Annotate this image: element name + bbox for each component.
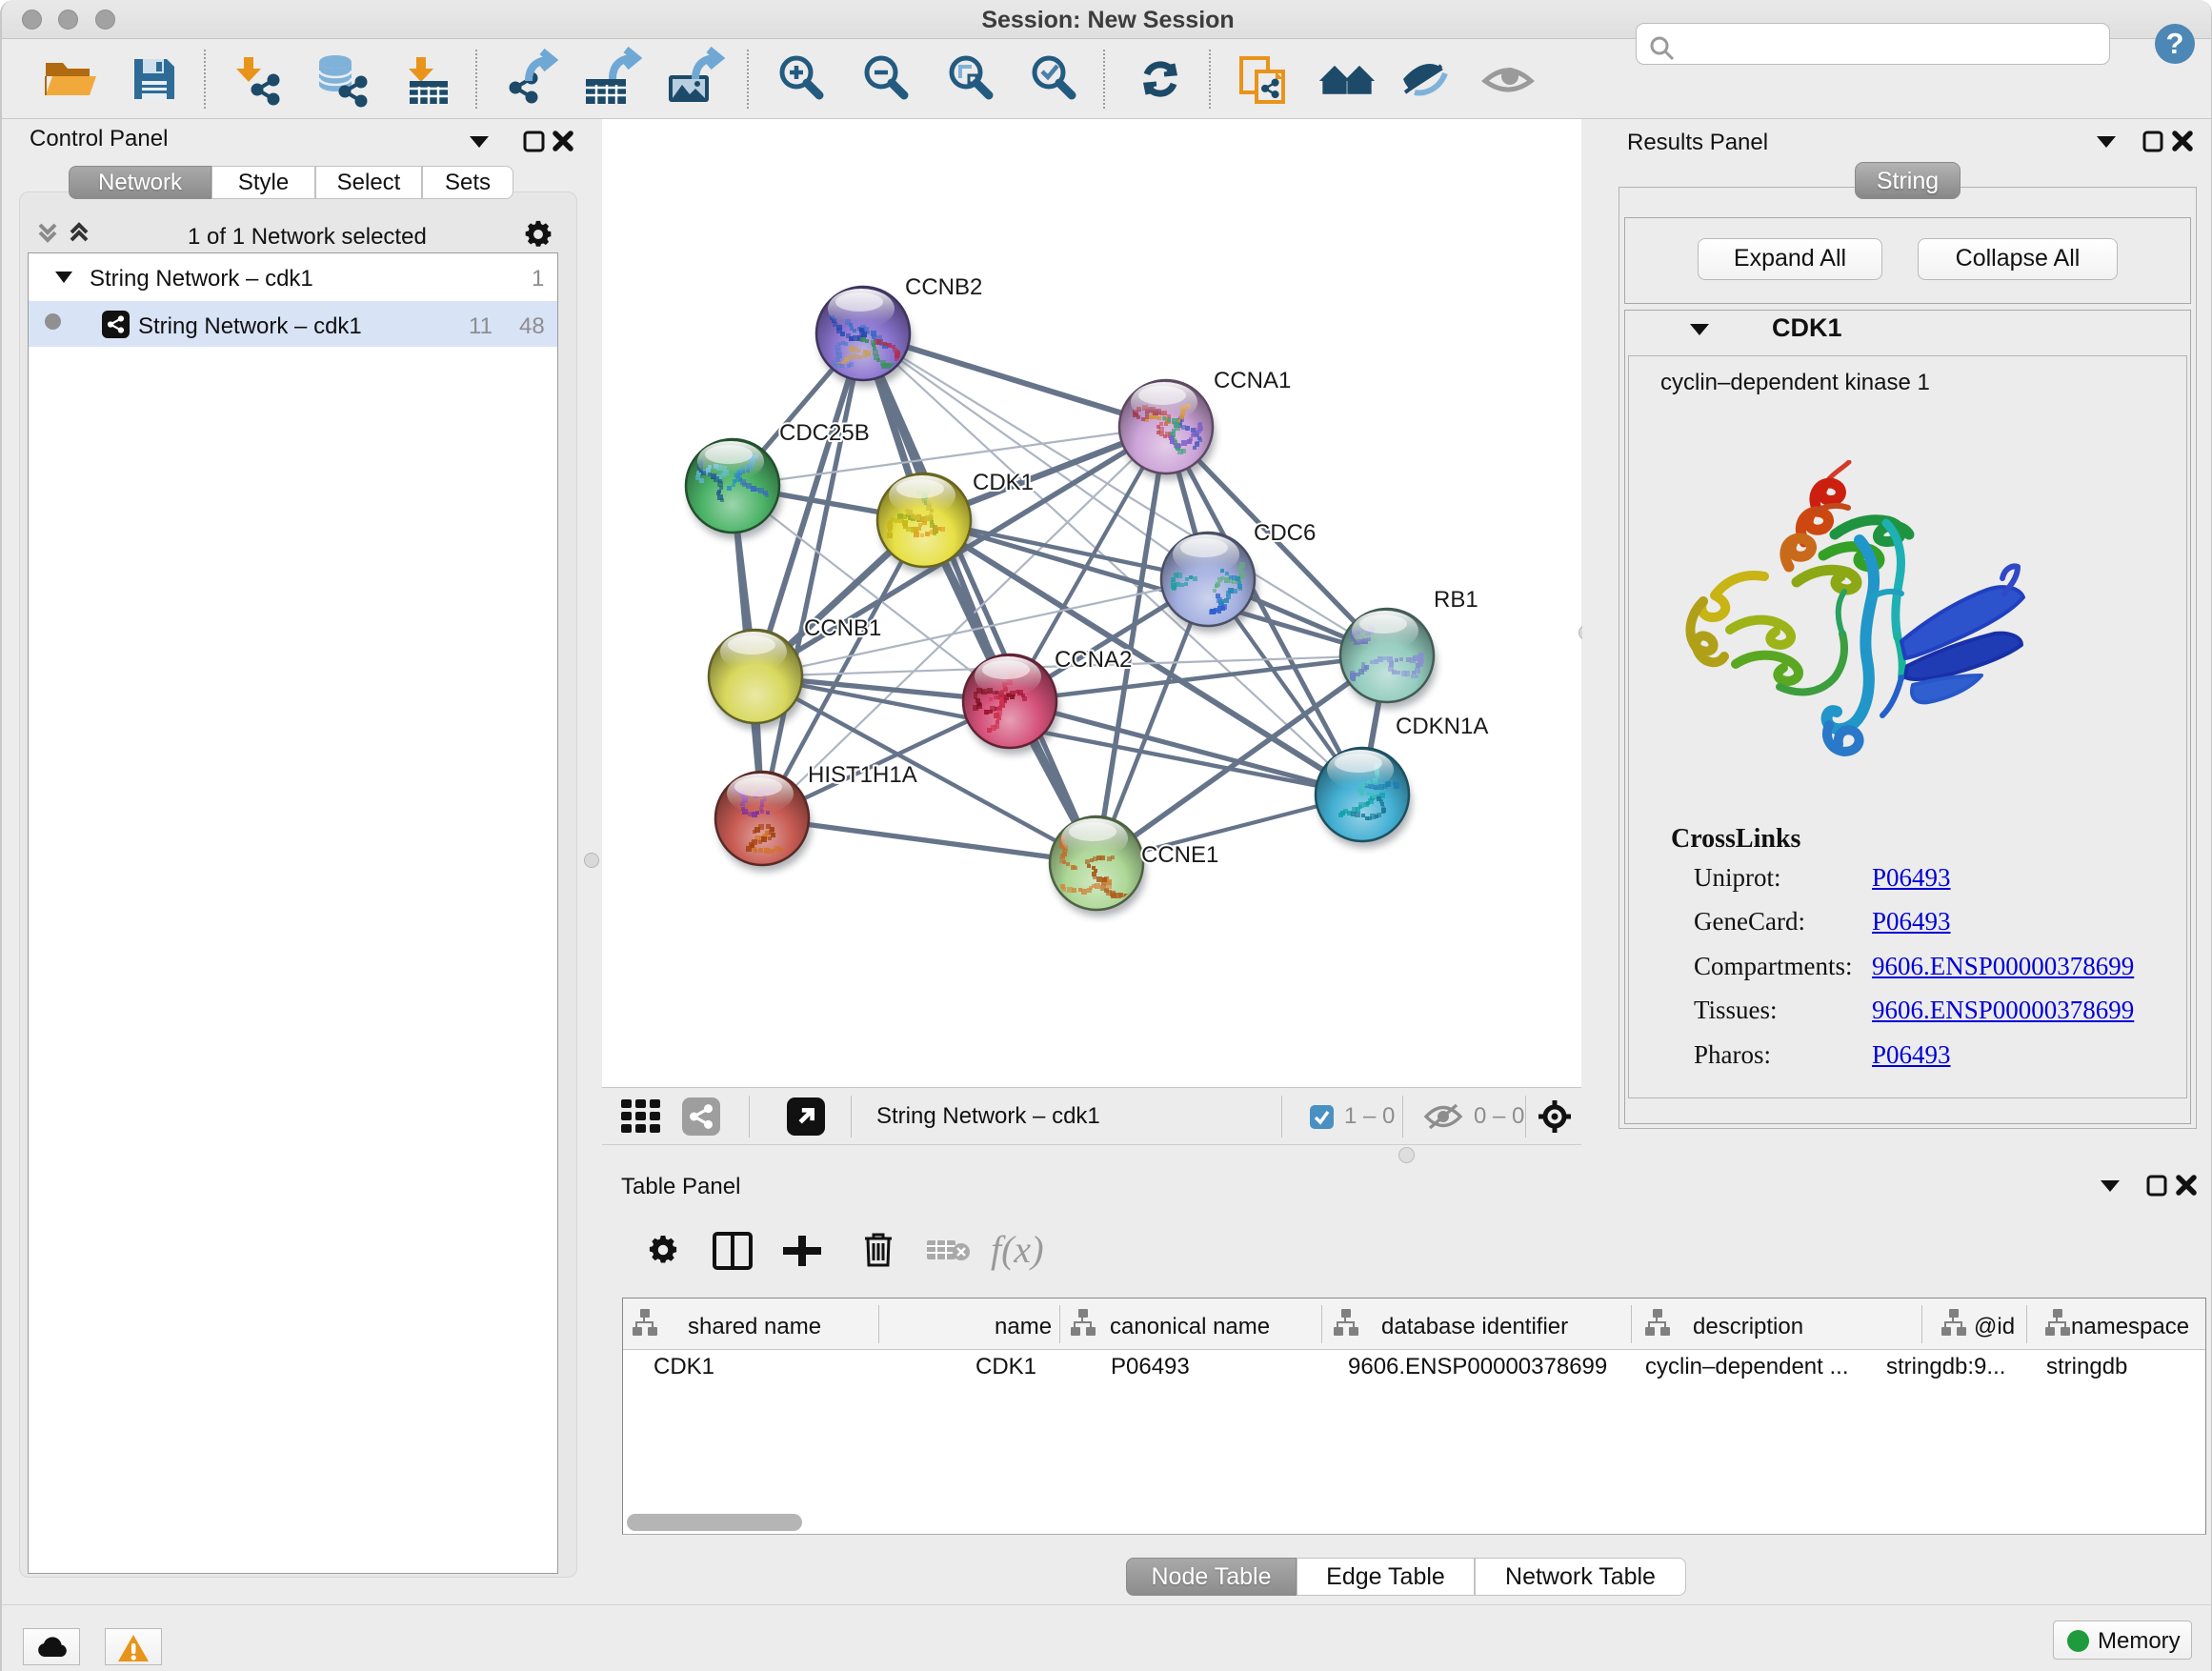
svg-text:CCNA2: CCNA2: [1055, 647, 1132, 673]
svg-text:CDC6: CDC6: [1254, 520, 1316, 546]
svg-text:CCNA1: CCNA1: [1214, 368, 1291, 393]
svg-text:CDKN1A: CDKN1A: [1396, 714, 1488, 739]
svg-text:RB1: RB1: [1434, 587, 1478, 613]
svg-text:CDC25B: CDC25B: [779, 420, 870, 446]
svg-text:CCNB1: CCNB1: [804, 615, 881, 641]
svg-text:CCNB2: CCNB2: [905, 274, 982, 300]
svg-text:CCNE1: CCNE1: [1141, 842, 1218, 868]
svg-text:HIST1H1A: HIST1H1A: [808, 762, 917, 788]
svg-text:CDK1: CDK1: [973, 470, 1034, 495]
